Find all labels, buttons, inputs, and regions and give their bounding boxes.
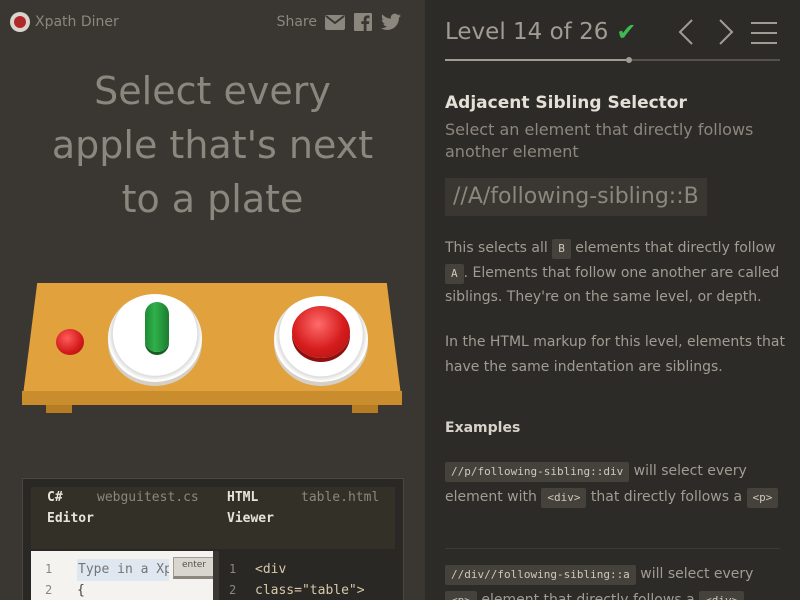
- checkmark-icon: ✔: [616, 18, 637, 46]
- csharp-editor-title: C# Editor: [47, 490, 94, 526]
- lesson-pane: Level 14 of 26 ✔ Adjacent Sibling Select…: [425, 0, 800, 600]
- level-instruction: Select every apple that's next to a plat…: [0, 64, 425, 226]
- progress-marker: [625, 57, 632, 63]
- game-pane: Xpath Diner Share Select every apple tha…: [0, 0, 425, 600]
- level-label: Level 14 of 26: [445, 19, 609, 45]
- example-2-code: //div//following-sibling::a: [445, 565, 636, 585]
- twitter-icon[interactable]: [381, 12, 401, 32]
- chevron-right-icon: [719, 19, 734, 45]
- html-line-number-1: 1: [229, 562, 237, 576]
- examples-heading: Examples: [445, 420, 521, 436]
- instruction-line-1: Select every: [94, 69, 331, 113]
- selector-syntax: //A/following-sibling::B: [445, 178, 707, 216]
- share-bar: Share: [277, 12, 401, 32]
- line-number-1: 1: [45, 562, 53, 576]
- example-1-chip-2: <p>: [746, 488, 779, 508]
- apple-on-plate[interactable]: [292, 306, 350, 358]
- selector-subheading: Select an element that directly follows …: [445, 120, 754, 161]
- html-line-number-2: 2: [229, 583, 237, 597]
- menu-bar: [751, 42, 777, 44]
- previous-level-button[interactable]: [677, 18, 695, 53]
- chevron-left-icon: [678, 19, 693, 45]
- example-2-chip: <p>: [445, 591, 477, 600]
- pickle[interactable]: [145, 302, 169, 352]
- menu-button[interactable]: [751, 22, 777, 44]
- menu-bar: [751, 32, 777, 34]
- code-chip-a: A: [445, 263, 464, 284]
- example-1-chip: <div>: [541, 488, 587, 508]
- code-editor: C# Editor webguitest.cs HTML Viewer tabl…: [22, 478, 404, 600]
- example-1: //p/following-sibling::div will select e…: [445, 458, 785, 510]
- html-code-area: 1 2 <div class="table">: [219, 551, 393, 600]
- xpath-input[interactable]: [77, 559, 169, 581]
- instruction-line-3: to a plate: [121, 177, 304, 221]
- table-leg-left: [46, 405, 72, 413]
- lesson-paragraph-2: In the HTML markup for this level, eleme…: [445, 334, 785, 375]
- editor-header: C# Editor webguitest.cs HTML Viewer tabl…: [31, 487, 395, 549]
- table-leg-right: [352, 405, 378, 413]
- line-number-2: 2: [45, 583, 53, 597]
- next-level-button[interactable]: [717, 18, 735, 53]
- table-edge: [22, 391, 402, 405]
- lesson-paragraph-1: This selects all B elements that directl…: [445, 239, 780, 305]
- menu-bar: [751, 22, 777, 24]
- code-brace: {: [77, 583, 85, 598]
- plate-logo-icon: [10, 12, 30, 32]
- share-label: Share: [276, 14, 317, 30]
- csharp-filename: webguitest.cs: [97, 490, 199, 505]
- code-chip-b: B: [552, 239, 571, 259]
- selector-heading: Adjacent Sibling Selector: [445, 93, 687, 113]
- example-divider: [445, 548, 780, 549]
- html-filename: table.html: [301, 490, 380, 505]
- facebook-icon[interactable]: [353, 12, 373, 32]
- example-2-chip-2: <div>: [699, 591, 745, 600]
- level-progress-bar: [445, 57, 780, 63]
- level-indicator[interactable]: Level 14 of 26 ✔: [445, 18, 636, 46]
- html-markup: <div class="table">: [255, 562, 365, 598]
- csharp-code-area: 1 2 { enter: [31, 551, 215, 600]
- example-2: //div//following-sibling::a will select …: [445, 561, 785, 600]
- enter-button[interactable]: enter: [173, 557, 215, 579]
- example-1-code: //p/following-sibling::div: [445, 462, 630, 482]
- instruction-line-2: apple that's next: [51, 123, 374, 167]
- mail-icon[interactable]: [325, 12, 345, 32]
- small-apple[interactable]: [56, 329, 84, 355]
- progress-fill: [445, 59, 626, 61]
- html-viewer-title: HTML Viewer: [227, 490, 274, 526]
- logo[interactable]: Xpath Diner: [10, 12, 119, 32]
- app-name: Xpath Diner: [35, 14, 119, 30]
